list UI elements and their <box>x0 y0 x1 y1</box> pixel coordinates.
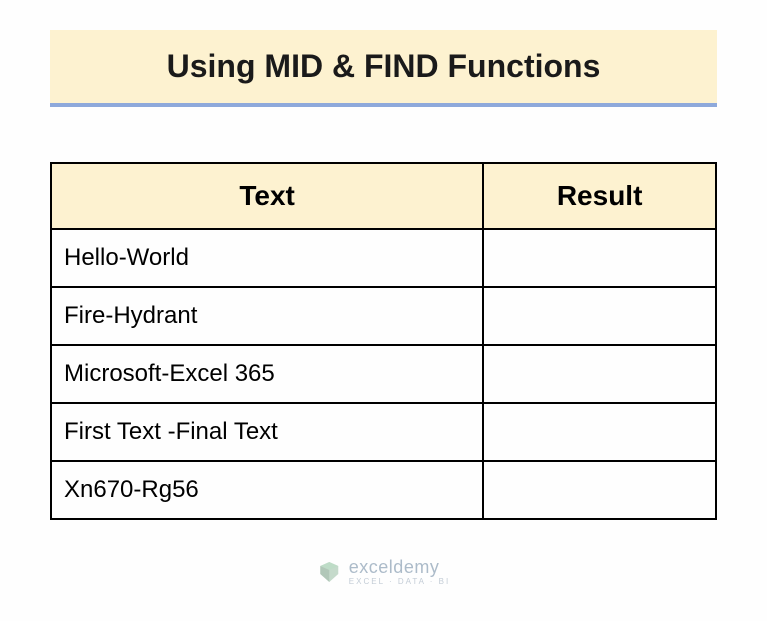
table-row: Hello-World <box>51 229 716 287</box>
data-table: Text Result Hello-World Fire-Hydrant Mic… <box>50 162 717 520</box>
cell-result <box>483 403 716 461</box>
cell-text: Fire-Hydrant <box>51 287 483 345</box>
header-text: Text <box>51 163 483 229</box>
logo-icon <box>317 560 341 584</box>
cell-text: Microsoft-Excel 365 <box>51 345 483 403</box>
cell-text: Xn670-Rg56 <box>51 461 483 519</box>
cell-text: Hello-World <box>51 229 483 287</box>
cell-result <box>483 345 716 403</box>
table-row: Fire-Hydrant <box>51 287 716 345</box>
cell-result <box>483 461 716 519</box>
title-banner: Using MID & FIND Functions <box>50 30 717 107</box>
cell-text: First Text -Final Text <box>51 403 483 461</box>
table-row: Xn670-Rg56 <box>51 461 716 519</box>
table-header-row: Text Result <box>51 163 716 229</box>
cell-result <box>483 229 716 287</box>
cell-result <box>483 287 716 345</box>
page-title: Using MID & FIND Functions <box>70 48 697 85</box>
watermark-brand: exceldemy <box>349 558 450 576</box>
watermark: exceldemy EXCEL · DATA · BI <box>317 558 450 586</box>
watermark-text: exceldemy EXCEL · DATA · BI <box>349 558 450 586</box>
table-row: First Text -Final Text <box>51 403 716 461</box>
header-result: Result <box>483 163 716 229</box>
table-row: Microsoft-Excel 365 <box>51 345 716 403</box>
watermark-tagline: EXCEL · DATA · BI <box>349 578 450 586</box>
